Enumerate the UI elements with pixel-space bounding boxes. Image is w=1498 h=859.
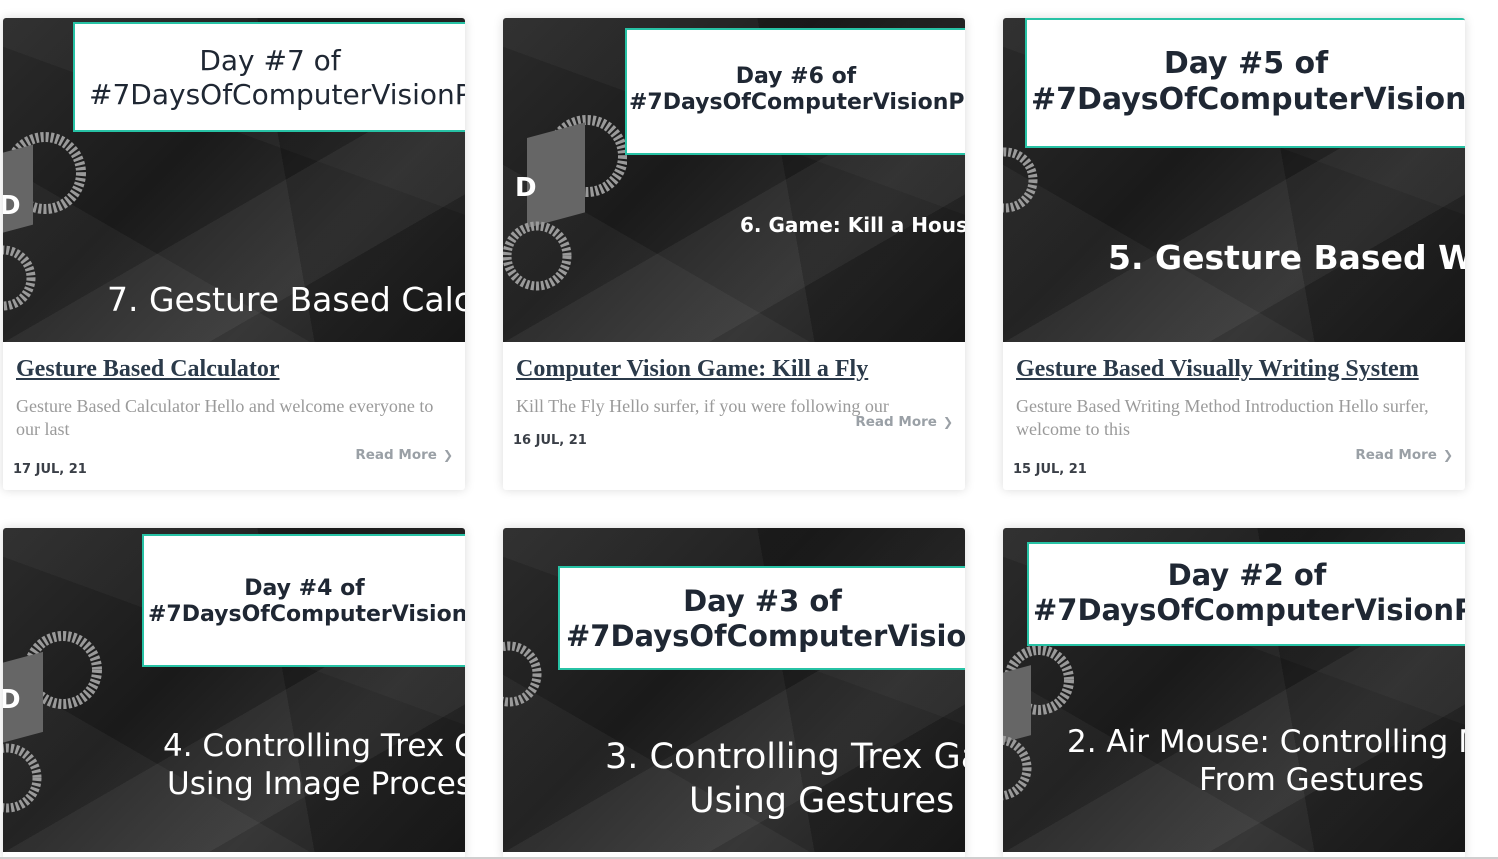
post-excerpt: Gesture Based Writing Method Introductio… <box>1016 396 1429 439</box>
post-title-link[interactable]: Computer Vision Game: Kill a Fly <box>516 356 953 383</box>
chevron-right-icon: ❯ <box>442 448 453 462</box>
day-label: Day #5 of <box>1163 46 1329 81</box>
day-label: Day #2 of <box>1167 558 1327 592</box>
binary-gear-logo-icon <box>503 641 542 707</box>
read-more-link[interactable]: Read More ❯ <box>855 414 953 430</box>
blog-card: Day #2 of #7DaysOfComputerVisionPr 2. Ai… <box>1003 528 1465 859</box>
chevron-right-icon: ❯ <box>942 415 953 429</box>
binary-gear-logo-icon <box>1003 147 1038 213</box>
binary-gear-logo-icon: D <box>3 132 86 311</box>
hashtag-label: #7DaysOfComputerVision <box>566 618 965 653</box>
hashtag-label: #7DaysOfComputerVisionP <box>1031 82 1465 117</box>
hashtag-label: #7DaysOfComputerVisionPr <box>629 90 965 116</box>
day-label: Day #3 of <box>683 584 842 618</box>
read-more-label: Read More <box>355 447 437 463</box>
blog-card: D Day #6 of #7DaysOfComputerVisionPr 6. … <box>503 18 965 490</box>
post-thumbnail[interactable]: D Day #4 of #7DaysOfComputerVisionPr 4. … <box>3 528 465 852</box>
binary-gear-logo-icon <box>1003 645 1074 801</box>
hashtag-label: #7DaysOfComputerVisionPr <box>148 602 465 628</box>
blog-card: D Day #4 of #7DaysOfComputerVisionPr 4. … <box>3 528 465 859</box>
day-label: Day #6 of <box>735 64 857 89</box>
hashtag-label: #7DaysOfComputerVisionP <box>89 77 465 111</box>
read-more-link[interactable]: Read More ❯ <box>355 447 453 463</box>
post-excerpt: Gesture Based Calculator Hello and welco… <box>16 396 434 439</box>
thumbnail-headline-line2: Using Image Proces <box>167 766 465 802</box>
svg-text:D: D <box>515 173 537 203</box>
day-label: Day #4 of <box>244 576 365 601</box>
post-thumbnail[interactable]: Day #5 of #7DaysOfComputerVisionP 5. Ges… <box>1003 18 1465 342</box>
read-more-link[interactable]: Read More ❯ <box>1355 447 1453 463</box>
thumbnail-headline: 7. Gesture Based Calcu <box>107 280 465 319</box>
post-date: 15 JUL, 21 <box>1013 462 1087 477</box>
post-title-link[interactable]: Gesture Based Calculator <box>16 356 453 383</box>
post-date: 16 JUL, 21 <box>513 433 587 448</box>
post-thumbnail[interactable]: D Day #7 of #7DaysOfComputerVisionP 7. G… <box>3 18 465 342</box>
thumbnail-headline: 5. Gesture Based Wri <box>1108 238 1465 277</box>
post-date: 17 JUL, 21 <box>13 462 87 477</box>
svg-text:D: D <box>3 191 21 221</box>
thumbnail-headline: 6. Game: Kill a House <box>740 213 965 237</box>
day-label: Day #7 of <box>199 44 341 77</box>
post-thumbnail[interactable]: D Day #6 of #7DaysOfComputerVisionPr 6. … <box>503 18 965 342</box>
hashtag-label: #7DaysOfComputerVisionPr <box>1033 592 1465 627</box>
post-thumbnail[interactable]: Day #2 of #7DaysOfComputerVisionPr 2. Ai… <box>1003 528 1465 852</box>
binary-gear-logo-icon: D <box>3 631 102 813</box>
read-more-label: Read More <box>855 414 937 430</box>
thumbnail-headline: 4. Controlling Trex C <box>163 728 465 764</box>
read-more-label: Read More <box>1355 447 1437 463</box>
blog-card: D Day #7 of #7DaysOfComputerVisionP 7. G… <box>3 18 465 490</box>
thumbnail-headline: 3. Controlling Trex Ga <box>605 737 965 777</box>
thumbnail-headline: 2. Air Mouse: Controlling M <box>1067 724 1465 760</box>
blog-card: Day #5 of #7DaysOfComputerVisionP 5. Ges… <box>1003 18 1465 490</box>
post-thumbnail[interactable]: Day #3 of #7DaysOfComputerVision 3. Cont… <box>503 528 965 852</box>
binary-gear-logo-icon: D <box>503 115 627 291</box>
chevron-right-icon: ❯ <box>1442 448 1453 462</box>
thumbnail-headline-line2: From Gestures <box>1199 762 1424 798</box>
svg-text:D: D <box>3 685 21 715</box>
blog-card: Day #3 of #7DaysOfComputerVision 3. Cont… <box>503 528 965 859</box>
post-title-link[interactable]: Gesture Based Visually Writing System <box>1016 356 1453 383</box>
thumbnail-headline-line2: Using Gestures <box>689 781 955 821</box>
